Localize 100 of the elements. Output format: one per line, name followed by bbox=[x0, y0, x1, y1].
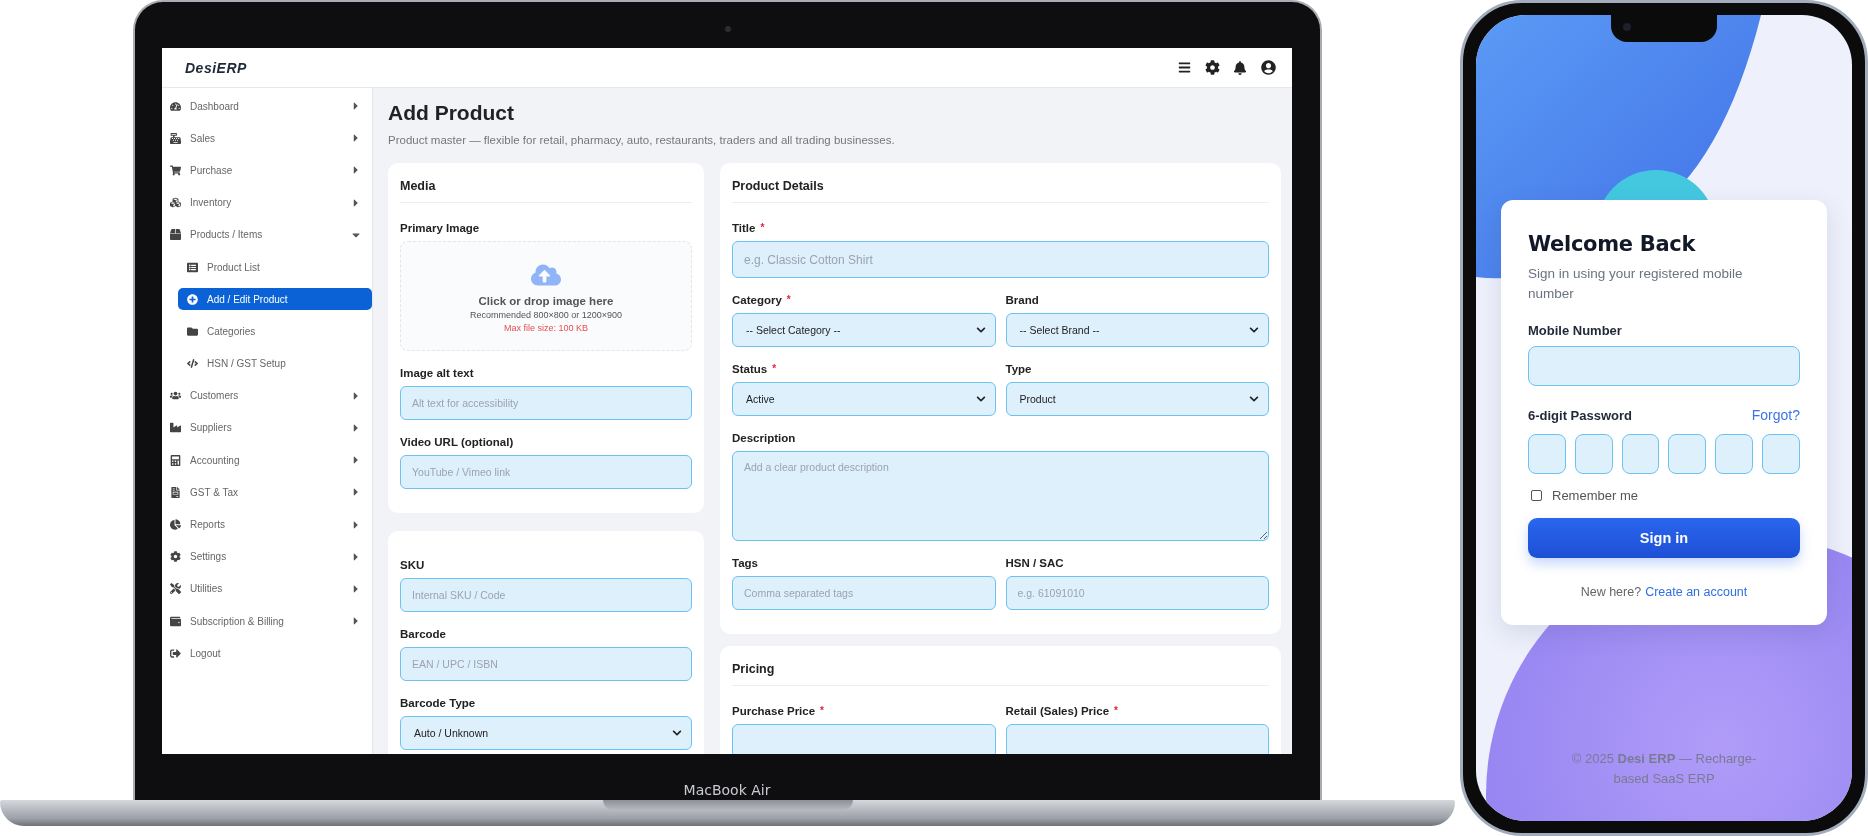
card-title: Pricing bbox=[732, 660, 1269, 686]
field-label: Status * bbox=[732, 363, 778, 375]
field-label: Image alt text bbox=[400, 367, 475, 379]
footer-text: © 2025 Desi ERP — Recharge-based SaaS ERP bbox=[1570, 750, 1758, 788]
input-field[interactable]: e.g. Classic Cotton Shirt bbox=[732, 241, 1269, 278]
pin-box[interactable] bbox=[1762, 434, 1800, 474]
chevron-icon bbox=[975, 325, 986, 335]
brand-logo[interactable]: DesiERP bbox=[185, 59, 247, 76]
select-field[interactable]: -- Select Category -- bbox=[732, 313, 996, 347]
users-icon bbox=[170, 390, 182, 402]
select-field[interactable]: Auto / Unknown bbox=[400, 716, 692, 750]
sidebar-label: Logout bbox=[190, 647, 222, 659]
sidebar-item[interactable]: Suppliers bbox=[162, 411, 372, 445]
field-label: Barcode Type bbox=[400, 697, 477, 709]
settings-icon[interactable] bbox=[1204, 59, 1220, 76]
sidebar-label: Customers bbox=[190, 390, 240, 402]
pin-box[interactable] bbox=[1574, 434, 1613, 474]
login-title: Welcome Back bbox=[1528, 232, 1697, 256]
bell-icon[interactable] bbox=[1232, 59, 1248, 76]
sidebar-item[interactable]: Subscription & Billing bbox=[162, 605, 372, 638]
sidebar-label: Sales bbox=[190, 132, 216, 144]
page-title: Add Product bbox=[388, 100, 515, 126]
sidebar-label: Reports bbox=[190, 519, 226, 531]
card-title: Media bbox=[400, 177, 692, 203]
chevron-icon bbox=[672, 728, 682, 738]
register-icon bbox=[170, 132, 182, 144]
checkbox[interactable] bbox=[1531, 490, 1542, 501]
text-area[interactable]: Add a clear product description bbox=[732, 451, 1269, 541]
sidebar-item[interactable]: Purchase bbox=[162, 154, 372, 187]
sidebar-label: Add / Edit Product bbox=[207, 293, 289, 305]
pin-box[interactable] bbox=[1621, 434, 1660, 474]
sidebar-item[interactable]: Logout bbox=[162, 637, 372, 670]
sidebar-label: Dashboard bbox=[190, 100, 240, 112]
folder-icon bbox=[187, 325, 199, 337]
calculator-icon bbox=[170, 454, 182, 466]
sidebar-item[interactable]: Utilities bbox=[162, 572, 372, 605]
sidebar-subitem[interactable]: Product List bbox=[178, 250, 372, 284]
create-account-link[interactable]: Create an account bbox=[1645, 585, 1748, 599]
sidebar-subitem[interactable]: HSN / GST Setup bbox=[178, 347, 372, 380]
sidebar-label: Utilities bbox=[190, 583, 224, 595]
field-label: Purchase Price * bbox=[732, 705, 825, 717]
select-field[interactable]: -- Select Brand -- bbox=[1005, 313, 1269, 347]
box-icon bbox=[170, 229, 182, 241]
code-icon bbox=[187, 358, 199, 370]
tools-icon bbox=[170, 583, 182, 595]
list-icon bbox=[187, 261, 199, 273]
wallet-icon bbox=[170, 615, 182, 627]
input-field[interactable] bbox=[732, 724, 996, 754]
input-field[interactable]: Alt text for accessibility bbox=[400, 386, 692, 420]
sidebar-item[interactable]: Accounting bbox=[162, 444, 372, 477]
input-field[interactable] bbox=[1005, 724, 1269, 754]
forgot-link[interactable]: Forgot? bbox=[1751, 407, 1800, 423]
required-mark: * bbox=[1114, 705, 1118, 717]
factory-icon bbox=[170, 422, 182, 434]
select-field[interactable]: Product bbox=[1005, 382, 1269, 416]
input-field[interactable]: EAN / UPC / ISBN bbox=[400, 647, 692, 681]
sign-in-button[interactable]: Sign in bbox=[1528, 518, 1800, 558]
card-title: Product Details bbox=[732, 177, 1269, 203]
field-label: 6-digit Password bbox=[1528, 407, 1633, 423]
pin-box[interactable] bbox=[1668, 434, 1707, 474]
field-label: Primary Image bbox=[400, 222, 481, 234]
pin-box[interactable] bbox=[1715, 434, 1754, 474]
login-subtitle: Sign in using your registered mobile number bbox=[1528, 265, 1744, 303]
image-dropzone[interactable]: Click or drop image here Recommended 800×800 or 1200×900 Max file size: 100 KB bbox=[400, 241, 692, 351]
sidebar-item[interactable]: Customers bbox=[162, 379, 372, 412]
dropzone-hint: Recommended 800×800 or 1200×900 bbox=[469, 309, 623, 320]
sidebar-subitem[interactable]: Add / Edit Product bbox=[178, 288, 372, 311]
sidebar-label: Suppliers bbox=[190, 422, 233, 434]
sidebar-item[interactable]: Products / Items bbox=[162, 218, 372, 251]
device-label: MacBook Air bbox=[683, 782, 771, 798]
field-label: Video URL (optional) bbox=[400, 436, 515, 448]
sidebar-label: Inventory bbox=[190, 197, 233, 209]
sidebar-item[interactable]: Inventory bbox=[162, 186, 372, 219]
input-field[interactable] bbox=[1528, 346, 1800, 386]
sidebar-label: Products / Items bbox=[190, 229, 264, 241]
field-label: SKU bbox=[400, 559, 426, 571]
field-label: Brand bbox=[1005, 294, 1040, 306]
select-field[interactable]: Active bbox=[732, 382, 996, 416]
field-label: Tags bbox=[732, 557, 759, 569]
logout-icon bbox=[170, 647, 182, 659]
sidebar-item[interactable]: Reports bbox=[162, 508, 372, 541]
input-field[interactable]: YouTube / Vimeo link bbox=[400, 455, 692, 489]
sidebar-subitem[interactable]: Categories bbox=[178, 315, 372, 348]
input-field[interactable]: Comma separated tags bbox=[732, 576, 996, 610]
required-mark: * bbox=[772, 363, 777, 375]
sidebar-item[interactable]: Dashboard bbox=[162, 90, 372, 123]
sidebar-item[interactable]: Sales bbox=[162, 122, 372, 155]
input-field[interactable]: Internal SKU / Code bbox=[400, 578, 692, 612]
size-limit: Max file size: 100 KB bbox=[503, 322, 588, 333]
pin-box[interactable] bbox=[1528, 434, 1566, 474]
checkbox-label: Remember me bbox=[1552, 488, 1638, 503]
sidebar-item[interactable]: Settings bbox=[162, 540, 372, 573]
sidebar-label: Purchase bbox=[190, 164, 234, 176]
required-mark: * bbox=[786, 294, 791, 306]
input-field[interactable]: e.g. 61091010 bbox=[1005, 576, 1269, 610]
chevron-icon bbox=[1249, 394, 1259, 404]
user-icon[interactable] bbox=[1260, 59, 1276, 76]
sidebar-label: Accounting bbox=[190, 454, 241, 466]
sidebar-item[interactable]: GST & Tax bbox=[162, 476, 372, 509]
boxes-icon bbox=[170, 197, 182, 209]
